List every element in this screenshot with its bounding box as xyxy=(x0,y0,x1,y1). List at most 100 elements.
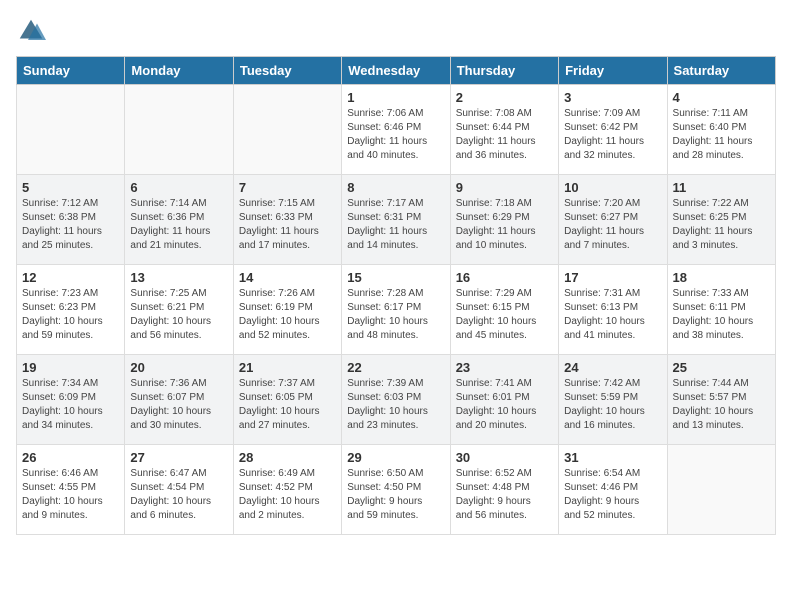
calendar-day-cell: 1 Sunrise: 7:06 AM Sunset: 6:46 PM Daylig… xyxy=(342,85,450,175)
day-number: 15 xyxy=(347,270,444,285)
day-number: 24 xyxy=(564,360,661,375)
day-number: 20 xyxy=(130,360,227,375)
calendar-day-cell: 6Sunrise: 7:14 AM Sunset: 6:36 PM Daylig… xyxy=(125,175,233,265)
day-number: 1 xyxy=(347,90,444,105)
calendar-week-row: 5 Sunrise: 7:12 AM Sunset: 6:38 PM Daylig… xyxy=(17,175,776,265)
calendar-day-cell: 7 Sunrise: 7:15 AM Sunset: 6:33 PM Daylig… xyxy=(233,175,341,265)
calendar-day-cell: 11 Sunrise: 7:22 AM Sunset: 6:25 PM Dayli… xyxy=(667,175,775,265)
day-info: Sunrise: 7:12 AM Sunset: 6:38 PM Dayligh… xyxy=(22,197,119,253)
day-number: 4 xyxy=(673,90,770,105)
day-info: Sunrise: 7:09 AM Sunset: 6:42 PM Dayligh… xyxy=(564,107,661,163)
calendar-day-cell: 14Sunrise: 7:26 AM Sunset: 6:19 PM Dayli… xyxy=(233,265,341,355)
day-number: 3 xyxy=(564,90,661,105)
day-info: Sunrise: 7:44 AM Sunset: 5:57 PM Dayligh… xyxy=(673,377,770,433)
calendar-table: SundayMondayTuesdayWednesdayThursdayFrid… xyxy=(16,56,776,535)
day-number: 9 xyxy=(456,180,553,195)
day-info: Sunrise: 6:52 AM Sunset: 4:48 PM Dayligh… xyxy=(456,467,553,523)
day-info: Sunrise: 7:28 AM Sunset: 6:17 PM Dayligh… xyxy=(347,287,444,343)
calendar-day-cell: 25Sunrise: 7:44 AM Sunset: 5:57 PM Dayli… xyxy=(667,355,775,445)
day-info: Sunrise: 7:41 AM Sunset: 6:01 PM Dayligh… xyxy=(456,377,553,433)
calendar-day-cell: 26 Sunrise: 6:46 AM Sunset: 4:55 PM Dayli… xyxy=(17,445,125,535)
day-number: 5 xyxy=(22,180,119,195)
day-number: 29 xyxy=(347,450,444,465)
day-number: 19 xyxy=(22,360,119,375)
day-info: Sunrise: 6:46 AM Sunset: 4:55 PM Dayligh… xyxy=(22,467,119,523)
weekday-header-thursday: Thursday xyxy=(450,57,558,85)
day-info: Sunrise: 7:33 AM Sunset: 6:11 PM Dayligh… xyxy=(673,287,770,343)
day-info: Sunrise: 7:20 AM Sunset: 6:27 PM Dayligh… xyxy=(564,197,661,253)
day-number: 13 xyxy=(130,270,227,285)
day-info: Sunrise: 7:31 AM Sunset: 6:13 PM Dayligh… xyxy=(564,287,661,343)
logo-icon xyxy=(16,16,46,46)
day-info: Sunrise: 7:17 AM Sunset: 6:31 PM Dayligh… xyxy=(347,197,444,253)
page-header xyxy=(16,16,776,46)
day-number: 7 xyxy=(239,180,336,195)
day-number: 21 xyxy=(239,360,336,375)
calendar-day-cell: 4 Sunrise: 7:11 AM Sunset: 6:40 PM Daylig… xyxy=(667,85,775,175)
calendar-day-cell: 19 Sunrise: 7:34 AM Sunset: 6:09 PM Dayli… xyxy=(17,355,125,445)
day-info: Sunrise: 7:37 AM Sunset: 6:05 PM Dayligh… xyxy=(239,377,336,433)
day-number: 18 xyxy=(673,270,770,285)
day-number: 31 xyxy=(564,450,661,465)
calendar-day-cell: 16 Sunrise: 7:29 AM Sunset: 6:15 PM Dayli… xyxy=(450,265,558,355)
calendar-day-cell: 10Sunrise: 7:20 AM Sunset: 6:27 PM Dayli… xyxy=(559,175,667,265)
logo xyxy=(16,16,50,46)
weekday-header-saturday: Saturday xyxy=(667,57,775,85)
calendar-day-cell: 17 Sunrise: 7:31 AM Sunset: 6:13 PM Dayli… xyxy=(559,265,667,355)
day-info: Sunrise: 7:15 AM Sunset: 6:33 PM Dayligh… xyxy=(239,197,336,253)
weekday-header-sunday: Sunday xyxy=(17,57,125,85)
weekday-header-friday: Friday xyxy=(559,57,667,85)
calendar-day-cell: 13 Sunrise: 7:25 AM Sunset: 6:21 PM Dayli… xyxy=(125,265,233,355)
weekday-header-wednesday: Wednesday xyxy=(342,57,450,85)
calendar-week-row: 19 Sunrise: 7:34 AM Sunset: 6:09 PM Dayli… xyxy=(17,355,776,445)
day-info: Sunrise: 7:18 AM Sunset: 6:29 PM Dayligh… xyxy=(456,197,553,253)
calendar-day-cell: 20 Sunrise: 7:36 AM Sunset: 6:07 PM Dayli… xyxy=(125,355,233,445)
day-number: 16 xyxy=(456,270,553,285)
calendar-week-row: 26 Sunrise: 6:46 AM Sunset: 4:55 PM Dayli… xyxy=(17,445,776,535)
calendar-day-cell: 28 Sunrise: 6:49 AM Sunset: 4:52 PM Dayli… xyxy=(233,445,341,535)
day-info: Sunrise: 7:39 AM Sunset: 6:03 PM Dayligh… xyxy=(347,377,444,433)
day-info: Sunrise: 7:25 AM Sunset: 6:21 PM Dayligh… xyxy=(130,287,227,343)
weekday-header-row: SundayMondayTuesdayWednesdayThursdayFrid… xyxy=(17,57,776,85)
weekday-header-tuesday: Tuesday xyxy=(233,57,341,85)
day-info: Sunrise: 6:50 AM Sunset: 4:50 PM Dayligh… xyxy=(347,467,444,523)
day-info: Sunrise: 6:54 AM Sunset: 4:46 PM Dayligh… xyxy=(564,467,661,523)
day-number: 8 xyxy=(347,180,444,195)
day-info: Sunrise: 7:42 AM Sunset: 5:59 PM Dayligh… xyxy=(564,377,661,433)
calendar-day-cell: 21 Sunrise: 7:37 AM Sunset: 6:05 PM Dayli… xyxy=(233,355,341,445)
day-number: 17 xyxy=(564,270,661,285)
calendar-day-cell xyxy=(125,85,233,175)
day-info: Sunrise: 7:22 AM Sunset: 6:25 PM Dayligh… xyxy=(673,197,770,253)
calendar-day-cell: 30 Sunrise: 6:52 AM Sunset: 4:48 PM Dayli… xyxy=(450,445,558,535)
day-number: 28 xyxy=(239,450,336,465)
calendar-day-cell xyxy=(233,85,341,175)
calendar-day-cell: 5 Sunrise: 7:12 AM Sunset: 6:38 PM Daylig… xyxy=(17,175,125,265)
day-info: Sunrise: 7:06 AM Sunset: 6:46 PM Dayligh… xyxy=(347,107,444,163)
day-number: 23 xyxy=(456,360,553,375)
day-number: 14 xyxy=(239,270,336,285)
day-number: 30 xyxy=(456,450,553,465)
day-info: Sunrise: 7:36 AM Sunset: 6:07 PM Dayligh… xyxy=(130,377,227,433)
calendar-day-cell: 31 Sunrise: 6:54 AM Sunset: 4:46 PM Dayli… xyxy=(559,445,667,535)
calendar-day-cell: 27 Sunrise: 6:47 AM Sunset: 4:54 PM Dayli… xyxy=(125,445,233,535)
day-number: 11 xyxy=(673,180,770,195)
calendar-day-cell: 18 Sunrise: 7:33 AM Sunset: 6:11 PM Dayli… xyxy=(667,265,775,355)
day-info: Sunrise: 7:34 AM Sunset: 6:09 PM Dayligh… xyxy=(22,377,119,433)
calendar-week-row: 1 Sunrise: 7:06 AM Sunset: 6:46 PM Daylig… xyxy=(17,85,776,175)
day-number: 22 xyxy=(347,360,444,375)
day-info: Sunrise: 7:23 AM Sunset: 6:23 PM Dayligh… xyxy=(22,287,119,343)
day-info: Sunrise: 6:47 AM Sunset: 4:54 PM Dayligh… xyxy=(130,467,227,523)
day-number: 26 xyxy=(22,450,119,465)
day-info: Sunrise: 7:11 AM Sunset: 6:40 PM Dayligh… xyxy=(673,107,770,163)
day-info: Sunrise: 7:29 AM Sunset: 6:15 PM Dayligh… xyxy=(456,287,553,343)
calendar-day-cell xyxy=(17,85,125,175)
weekday-header-monday: Monday xyxy=(125,57,233,85)
day-info: Sunrise: 7:14 AM Sunset: 6:36 PM Dayligh… xyxy=(130,197,227,253)
day-info: Sunrise: 7:08 AM Sunset: 6:44 PM Dayligh… xyxy=(456,107,553,163)
calendar-day-cell: 8 Sunrise: 7:17 AM Sunset: 6:31 PM Daylig… xyxy=(342,175,450,265)
day-number: 27 xyxy=(130,450,227,465)
calendar-day-cell xyxy=(667,445,775,535)
calendar-day-cell: 2Sunrise: 7:08 AM Sunset: 6:44 PM Daylig… xyxy=(450,85,558,175)
day-info: Sunrise: 6:49 AM Sunset: 4:52 PM Dayligh… xyxy=(239,467,336,523)
calendar-day-cell: 23 Sunrise: 7:41 AM Sunset: 6:01 PM Dayli… xyxy=(450,355,558,445)
